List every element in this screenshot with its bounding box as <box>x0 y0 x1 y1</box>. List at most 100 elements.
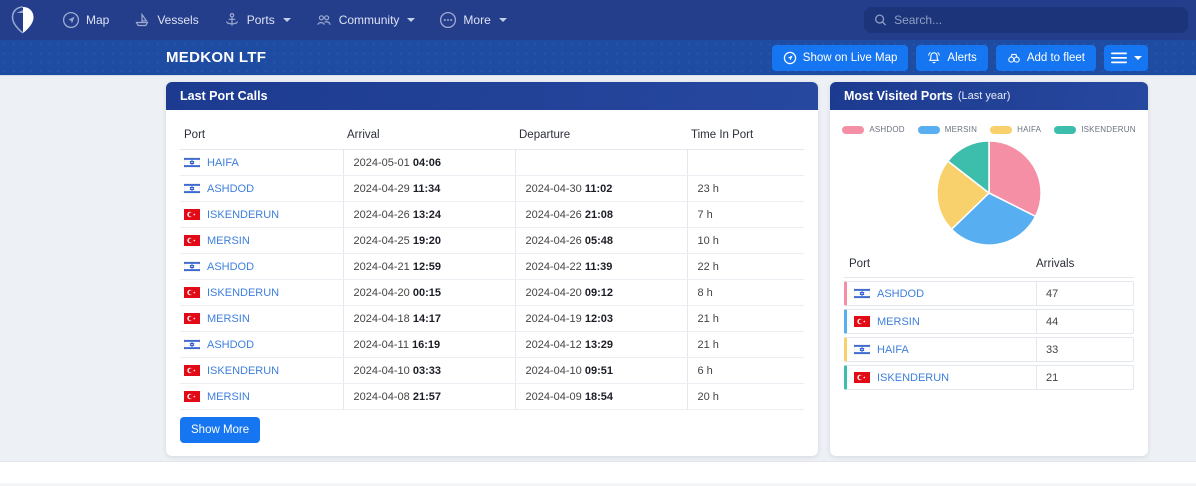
date-value: 2024-04-10 <box>353 364 413 377</box>
date-value: 2024-04-08 <box>353 390 413 403</box>
legend-label: MERSIN <box>944 125 978 134</box>
israel-flag-icon <box>184 157 200 168</box>
port-link-haifa[interactable]: HAIFA <box>207 157 239 169</box>
date-value: 2024-04-20 <box>525 286 585 299</box>
most-visited-ports-header: Most Visited Ports (Last year) <box>830 82 1148 110</box>
legend-label: ISKENDERUN <box>1081 125 1136 134</box>
date-value: 2024-04-22 <box>525 260 585 273</box>
turkey-flag-icon <box>854 372 870 383</box>
port-link-iskenderun[interactable]: ISKENDERUN <box>207 209 279 221</box>
column-header-arrival: Arrival <box>343 122 515 150</box>
date-value: 2024-04-26 <box>525 208 585 221</box>
legend-item-ashdod[interactable]: ASHDOD <box>842 125 905 134</box>
show-more-button[interactable]: Show More <box>180 417 261 443</box>
time-value: 16:19 <box>412 338 441 351</box>
legend-item-haifa[interactable]: HAIFA <box>990 125 1041 134</box>
israel-flag-icon <box>854 344 870 355</box>
turkey-flag-icon <box>184 209 200 220</box>
time-value: 12:03 <box>584 312 613 325</box>
time-in-port-value: 8 h <box>686 279 804 306</box>
most-visited-table-header: Port Arrivals <box>844 252 1134 278</box>
date-value: 2024-04-19 <box>525 312 585 325</box>
port-cell: MERSIN <box>847 316 1036 328</box>
port-call-row: MERSIN 2024-04-18 14:17 2024-04-19 12:03 21… <box>180 305 804 332</box>
port-link-ashdod[interactable]: ASHDOD <box>877 288 924 300</box>
port-link-ashdod[interactable]: ASHDOD <box>207 183 254 195</box>
pie-chart-wrap <box>844 138 1134 248</box>
column-header-departure: Departure <box>515 122 687 150</box>
vessel-menu-button[interactable] <box>1104 44 1148 71</box>
legend-swatch-icon <box>842 125 865 134</box>
port-calls-table: Port Arrival Departure Time In Port HAIFA 20… <box>180 122 804 410</box>
vessels-icon <box>135 12 149 27</box>
port-link-mersin[interactable]: MERSIN <box>207 313 250 325</box>
time-value: 21:08 <box>584 208 613 221</box>
chevron-down-icon <box>407 18 416 22</box>
arrivals-value: 33 <box>1036 338 1133 361</box>
port-link-ashdod[interactable]: ASHDOD <box>207 339 254 351</box>
vessel-actions: Show on Live Map Alerts Add to fleet <box>771 44 1148 71</box>
ports-icon <box>225 13 238 26</box>
live-map-icon <box>783 51 796 64</box>
ship-pin-logo-icon <box>11 6 34 34</box>
nav-item-map[interactable]: Map <box>52 5 119 35</box>
time-value: 03:33 <box>412 364 441 377</box>
button-label: Add to fleet <box>1026 51 1085 64</box>
nav-item-label: Map <box>86 13 110 27</box>
time-in-port-value: 21 h <box>686 305 804 332</box>
port-link-mersin[interactable]: MERSIN <box>207 235 250 247</box>
port-link-mersin[interactable]: MERSIN <box>207 391 250 403</box>
time-value: 19:20 <box>412 234 441 247</box>
date-value: 2024-04-10 <box>525 364 585 377</box>
most-visited-pie-chart <box>936 140 1042 246</box>
alerts-button[interactable]: Alerts <box>916 44 988 71</box>
date-value: 2024-04-29 <box>353 182 413 195</box>
legend-swatch-icon <box>990 125 1013 134</box>
legend-item-iskenderun[interactable]: ISKENDERUN <box>1054 125 1135 134</box>
port-cell: ASHDOD <box>184 183 335 195</box>
time-value: 13:29 <box>584 338 613 351</box>
nav-item-ports[interactable]: Ports <box>213 5 301 35</box>
port-call-row: MERSIN 2024-04-25 19:20 2024-04-26 05:48 10… <box>180 227 804 254</box>
time-in-port-value: 7 h <box>686 201 804 228</box>
port-cell: ISKENDERUN <box>184 287 335 299</box>
search-input[interactable] <box>894 13 1178 27</box>
last-port-calls-card: Last Port Calls Port Arrival Departure Time… <box>166 82 818 456</box>
nav-item-vessels[interactable]: Vessels <box>123 5 208 35</box>
app-logo[interactable] <box>8 4 38 36</box>
turkey-flag-icon <box>184 313 200 324</box>
port-link-iskenderun[interactable]: ISKENDERUN <box>877 372 949 384</box>
port-link-haifa[interactable]: HAIFA <box>877 344 909 356</box>
israel-flag-icon <box>184 261 200 272</box>
time-in-port-value: 6 h <box>686 357 804 384</box>
search-icon <box>875 14 887 26</box>
nav-items: Map Vessels Ports Community More <box>52 5 517 35</box>
port-link-ashdod[interactable]: ASHDOD <box>207 261 254 273</box>
date-value: 2024-04-18 <box>353 312 413 325</box>
turkey-flag-icon <box>184 287 200 298</box>
top-navbar: Map Vessels Ports Community More <box>0 0 1196 40</box>
nav-item-label: Ports <box>246 13 275 27</box>
port-link-iskenderun[interactable]: ISKENDERUN <box>207 365 279 377</box>
port-cell: MERSIN <box>184 391 335 403</box>
show-on-live-map-button[interactable]: Show on Live Map <box>771 44 909 71</box>
port-link-mersin[interactable]: MERSIN <box>877 316 920 328</box>
nav-item-community[interactable]: Community <box>305 5 426 35</box>
turkey-flag-icon <box>854 316 870 327</box>
time-value: 11:34 <box>412 182 441 195</box>
legend-label: ASHDOD <box>869 125 905 134</box>
footer <box>0 462 1196 486</box>
time-in-port-value: 20 h <box>686 383 804 410</box>
time-in-port-value: 10 h <box>686 227 804 254</box>
date-value: 2024-04-25 <box>353 234 413 247</box>
israel-flag-icon <box>184 183 200 194</box>
nav-item-more[interactable]: More <box>429 5 516 35</box>
add-to-fleet-button[interactable]: Add to fleet <box>995 44 1096 71</box>
time-in-port-value <box>686 149 804 176</box>
date-value: 2024-04-30 <box>525 182 585 195</box>
chevron-down-icon <box>498 18 507 22</box>
legend-item-mersin[interactable]: MERSIN <box>917 125 978 134</box>
port-link-iskenderun[interactable]: ISKENDERUN <box>207 287 279 299</box>
time-in-port-value: 22 h <box>686 253 804 280</box>
column-header-arrivals: Arrivals <box>1036 258 1075 270</box>
